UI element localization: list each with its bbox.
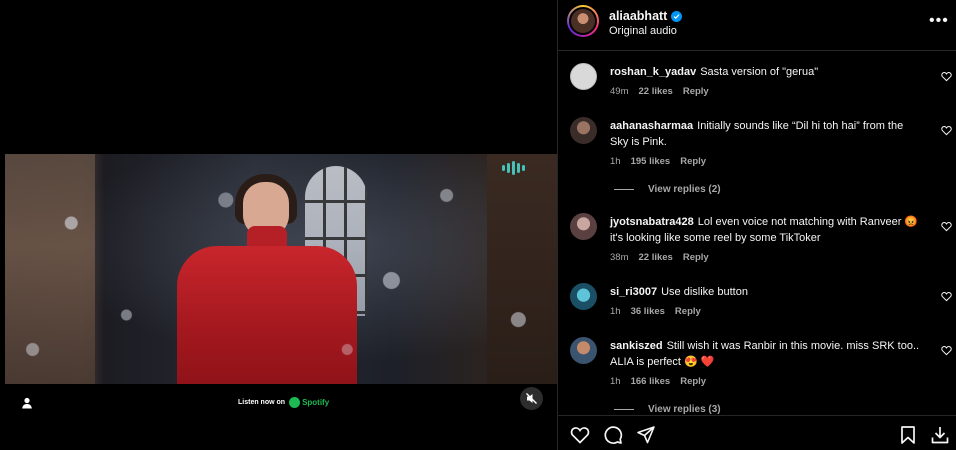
comment-meta: 1h 36 likes Reply <box>610 306 701 317</box>
comment-time: 1h <box>610 306 621 317</box>
avatar-image <box>569 7 597 35</box>
comment-meta: 49m 22 likes Reply <box>610 86 709 97</box>
reply-button[interactable]: Reply <box>675 306 701 317</box>
user-tag-icon[interactable] <box>20 396 34 410</box>
view-replies-label: View replies (2) <box>648 184 721 195</box>
comment-text: aahanasharmaa Initially sounds like “Dil … <box>610 118 920 150</box>
post-header: aliaabhatt Original audio ••• <box>558 0 956 51</box>
comment-likes[interactable]: 22 likes <box>638 252 672 263</box>
comment-body: Sasta version of "gerua" <box>700 66 819 78</box>
username-text: aliaabhatt <box>609 9 668 23</box>
comment-text: sankiszed Still wish it was Ranbir in thi… <box>610 338 920 370</box>
listen-label: Listen now on <box>238 399 286 406</box>
like-heart-icon[interactable] <box>941 345 952 356</box>
post-username[interactable]: aliaabhatt <box>609 9 683 23</box>
more-options-icon[interactable]: ••• <box>929 12 949 30</box>
like-heart-icon[interactable] <box>570 425 590 445</box>
post-action-bar <box>558 415 956 450</box>
saregama-logo-icon <box>502 160 528 176</box>
comment-time: 49m <box>610 86 629 97</box>
comment-meta: 38m 22 likes Reply <box>610 252 709 263</box>
comment-username[interactable]: sankiszed <box>610 340 663 352</box>
comment-list[interactable]: roshan_k_yadav Sasta version of "gerua" 4… <box>558 51 956 415</box>
like-heart-icon[interactable] <box>941 291 952 302</box>
share-send-icon[interactable] <box>636 425 656 445</box>
comment-username[interactable]: si_ri3007 <box>610 286 657 298</box>
like-heart-icon[interactable] <box>941 71 952 82</box>
comment-username[interactable]: aahanasharmaa <box>610 120 693 132</box>
reply-button[interactable]: Reply <box>680 156 706 167</box>
comment-username[interactable]: roshan_k_yadav <box>610 66 696 78</box>
comment-meta: 1h 166 likes Reply <box>610 376 706 387</box>
reply-button[interactable]: Reply <box>683 252 709 263</box>
reel-media-pane[interactable]: Listen now on Spotify <box>0 0 557 450</box>
comment-text: roshan_k_yadav Sasta version of "gerua" <box>610 64 920 80</box>
comment-meta: 1h 195 likes Reply <box>610 156 706 167</box>
media-control-bar: Listen now on Spotify <box>0 384 557 424</box>
replies-divider <box>614 189 634 190</box>
comment-bubble-icon[interactable] <box>603 425 623 445</box>
spotify-listen-link[interactable]: Listen now on Spotify <box>238 397 329 408</box>
verified-badge-icon <box>671 10 683 22</box>
comment-time: 38m <box>610 252 629 263</box>
replies-divider <box>614 409 634 410</box>
view-replies-button[interactable]: View replies (2) <box>614 184 721 195</box>
spotify-icon <box>289 397 301 408</box>
like-heart-icon[interactable] <box>941 221 952 232</box>
mute-button[interactable] <box>520 387 543 410</box>
comment-body: Use dislike button <box>661 286 748 298</box>
comment-time: 1h <box>610 156 621 167</box>
comments-panel: aliaabhatt Original audio ••• roshan_k_y… <box>557 0 956 450</box>
avatar[interactable] <box>567 5 599 37</box>
comment-text: si_ri3007 Use dislike button <box>610 284 920 300</box>
reply-button[interactable]: Reply <box>680 376 706 387</box>
spotify-logo: Spotify <box>289 397 329 408</box>
commenter-avatar[interactable] <box>570 213 597 240</box>
reply-button[interactable]: Reply <box>683 86 709 97</box>
commenter-avatar[interactable] <box>570 337 597 364</box>
reel-video[interactable] <box>5 154 557 384</box>
comment-text: jyotsnabatra428 Lol even voice not matchi… <box>610 214 920 246</box>
comment-username[interactable]: jyotsnabatra428 <box>610 216 694 228</box>
comment-time: 1h <box>610 376 621 387</box>
comment-likes[interactable]: 195 likes <box>631 156 671 167</box>
speaker-muted-icon <box>526 393 537 404</box>
commenter-avatar[interactable] <box>570 283 597 310</box>
download-icon[interactable] <box>930 425 950 445</box>
commenter-avatar[interactable] <box>570 63 597 90</box>
original-audio-link[interactable]: Original audio <box>609 25 677 37</box>
comment-likes[interactable]: 22 likes <box>638 86 672 97</box>
view-replies-label: View replies (3) <box>648 404 721 415</box>
view-replies-button[interactable]: View replies (3) <box>614 404 721 415</box>
comment-likes[interactable]: 36 likes <box>631 306 665 317</box>
spotify-label: Spotify <box>302 398 330 407</box>
video-snowflakes <box>5 154 557 384</box>
comment-likes[interactable]: 166 likes <box>631 376 671 387</box>
commenter-avatar[interactable] <box>570 117 597 144</box>
bookmark-save-icon[interactable] <box>898 425 918 445</box>
like-heart-icon[interactable] <box>941 125 952 136</box>
